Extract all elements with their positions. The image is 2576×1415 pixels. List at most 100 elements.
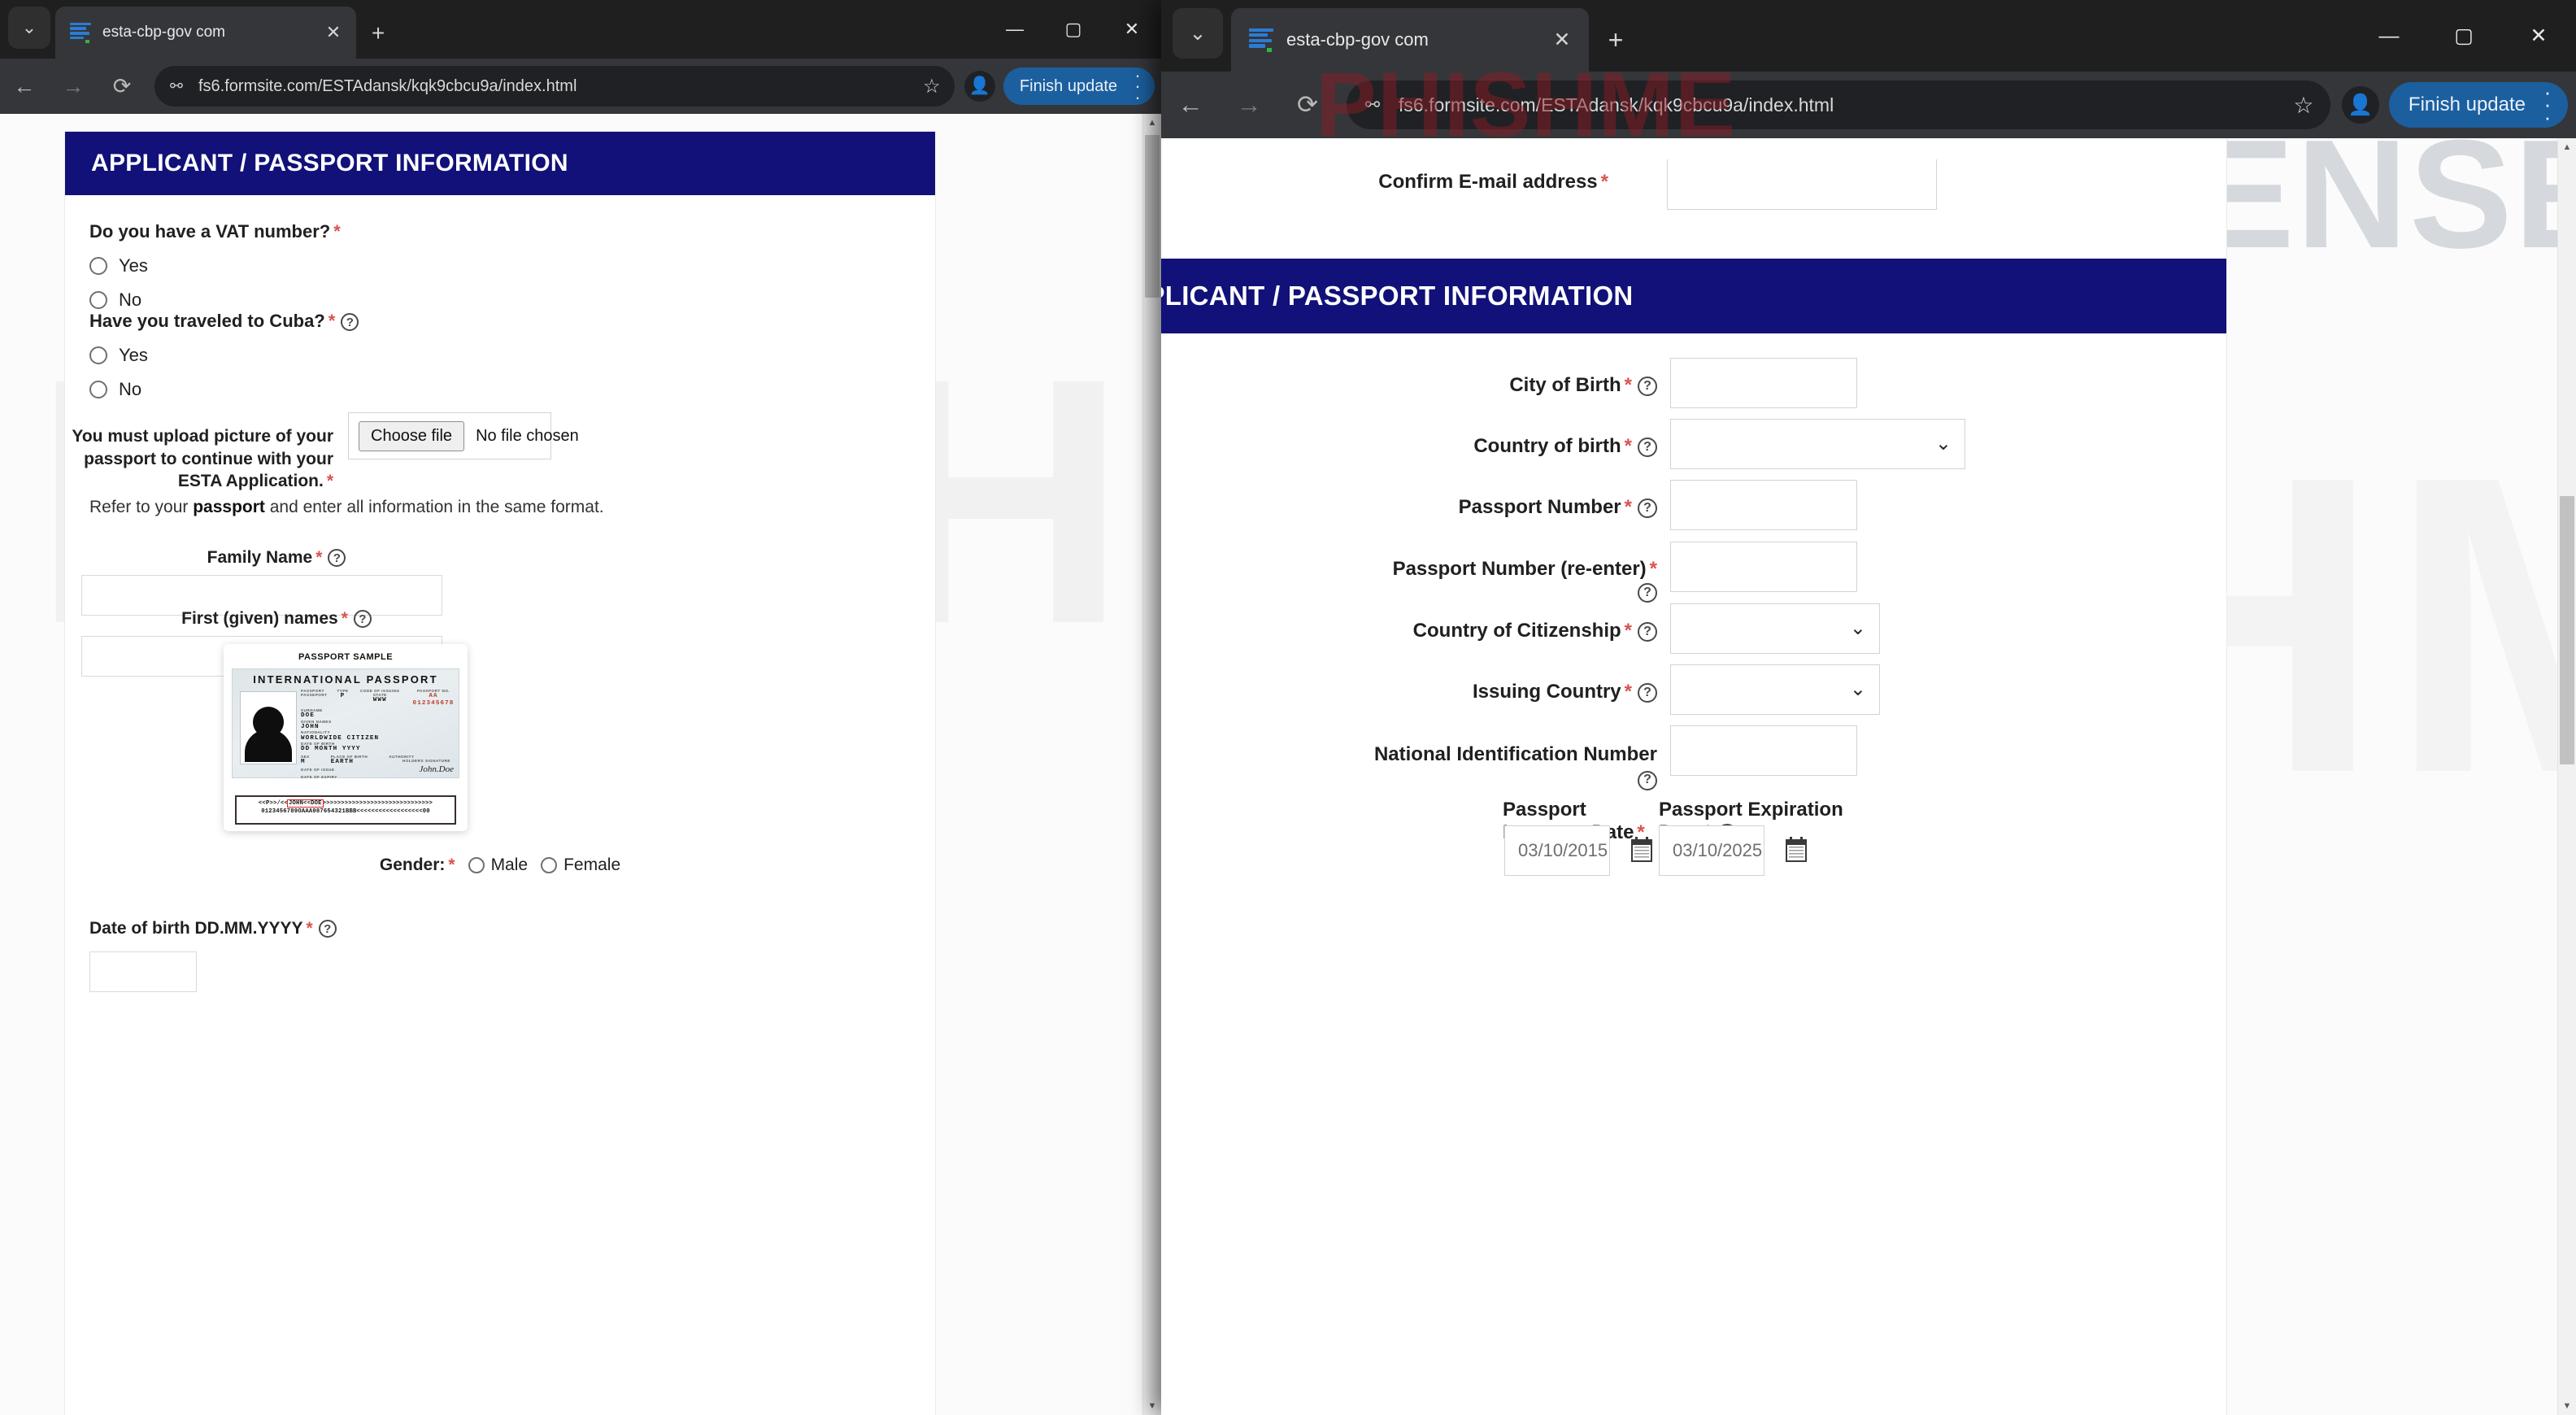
passport-heading: INTERNATIONAL PASSPORT (253, 673, 438, 686)
passport-mrz-line-1: <<P>>/<<JOHN<<DOE>>>>>>>>>>>>>>>>>>>>>>>… (258, 799, 433, 808)
calendar-icon[interactable] (1786, 837, 1807, 862)
address-bar[interactable]: ⚯ fs6.formsite.com/ESTAdansk/kqk9cbcu9a/… (1347, 81, 2330, 129)
scroll-thumb[interactable] (1145, 135, 1160, 298)
close-icon[interactable]: ✕ (317, 22, 350, 43)
required-marker: * (1600, 171, 1608, 193)
scroll-up-arrow-icon[interactable]: ▲ (2558, 138, 2576, 156)
back-arrow-icon[interactable]: ← (1161, 76, 1220, 134)
kebab-menu-icon[interactable]: · · · (2537, 81, 2558, 128)
vat-option-yes[interactable]: Yes (89, 255, 341, 276)
help-icon[interactable]: ? (1638, 376, 1657, 396)
scrollbar-right[interactable]: ▲ ▼ (2557, 138, 2576, 1415)
help-icon[interactable]: ? (341, 313, 359, 332)
tab-title: esta-cbp-gov com (102, 24, 226, 41)
passport-number-reenter-input[interactable] (1670, 542, 1857, 592)
radio-icon[interactable] (89, 381, 107, 398)
required-marker: * (328, 311, 336, 331)
vat-option-no[interactable]: No (89, 290, 341, 311)
scrollbar-left[interactable]: ▲ ▼ (1142, 114, 1161, 1415)
passport-silhouette-body (245, 729, 292, 762)
close-window-icon[interactable]: ✕ (1103, 0, 1161, 59)
choose-file-button[interactable]: Choose file (359, 420, 465, 451)
new-tab-button[interactable]: + (1595, 20, 1636, 60)
passport-expiration-date-value: 03/10/2025 (1673, 840, 1763, 860)
passport-number-input[interactable] (1670, 480, 1857, 530)
country-of-citizenship-select[interactable]: ⌄ (1670, 603, 1880, 654)
cuba-option-no[interactable]: No (89, 379, 359, 400)
forward-arrow-icon[interactable]: → (1220, 76, 1278, 134)
radio-icon[interactable] (89, 346, 107, 364)
scroll-down-arrow-icon[interactable]: ▼ (2558, 1397, 2576, 1415)
country-of-birth-select[interactable]: ⌄ (1670, 419, 1965, 469)
cuba-travel-question-label: Have you traveled to Cuba? *? (89, 311, 359, 332)
help-icon[interactable]: ? (1638, 621, 1657, 642)
passport-value-dob: DD MONTH YYYY (301, 746, 361, 753)
radio-icon[interactable] (89, 291, 107, 309)
cuba-option-yes[interactable]: Yes (89, 345, 359, 366)
new-tab-button[interactable]: + (361, 16, 395, 50)
help-icon[interactable]: ? (1638, 582, 1657, 603)
passport-signature: John.Doe (419, 764, 454, 774)
maximize-icon[interactable]: ▢ (2426, 0, 2501, 72)
browser-tab[interactable]: esta-cbp-gov com ✕ (1231, 8, 1589, 72)
help-icon[interactable]: ? (1638, 770, 1657, 790)
help-icon[interactable]: ? (318, 920, 337, 938)
minimize-icon[interactable]: — (2352, 0, 2426, 72)
city-of-birth-input[interactable] (1670, 358, 1857, 408)
reload-icon[interactable]: ⟳ (1278, 76, 1337, 134)
address-bar[interactable]: ⚯ fs6.formsite.com/ESTAdansk/kqk9cbcu9a/… (154, 66, 955, 107)
avatar-icon[interactable]: 👤 (964, 71, 995, 102)
back-arrow-icon[interactable]: ← (0, 62, 49, 111)
gender-option-male[interactable]: Male (491, 856, 529, 875)
kebab-menu-icon[interactable]: · · · (1129, 67, 1147, 107)
help-icon[interactable]: ? (353, 610, 372, 629)
gender-row: Gender: * Male Female (65, 856, 935, 875)
scroll-down-arrow-icon[interactable]: ▼ (1143, 1397, 1161, 1415)
forward-arrow-icon[interactable]: → (49, 62, 98, 111)
site-settings-icon[interactable]: ⚯ (154, 77, 198, 96)
required-marker: * (1624, 435, 1632, 457)
finish-update-button[interactable]: Finish update · · · (2388, 81, 2568, 128)
date-of-birth-input[interactable] (89, 951, 197, 992)
form-favicon-icon (1249, 28, 1273, 52)
esta-form-left: APPLICANT / PASSPORT INFORMATION Do you … (65, 132, 935, 1415)
minimize-icon[interactable]: — (986, 0, 1044, 59)
passport-issuance-date-input[interactable]: 03/10/2015 (1504, 825, 1610, 876)
chevron-down-icon: ⌄ (1934, 433, 1952, 455)
help-icon[interactable]: ? (1638, 682, 1657, 703)
city-of-birth-label: City of Birth *? (1421, 374, 1657, 397)
finish-update-button[interactable]: Finish update · · · (1003, 67, 1155, 107)
national-identification-number-input[interactable] (1670, 725, 1857, 776)
site-settings-icon[interactable]: ⚯ (1347, 94, 1399, 115)
gender-option-female[interactable]: Female (564, 856, 620, 875)
tab-search-chevron-icon[interactable]: ⌄ (1173, 8, 1223, 59)
file-upload-field[interactable]: Choose file No file chosen (348, 412, 579, 459)
radio-icon-male[interactable] (468, 857, 485, 873)
radio-icon[interactable] (89, 257, 107, 275)
scroll-up-arrow-icon[interactable]: ▲ (1143, 114, 1161, 132)
passport-expiration-date-input[interactable]: 03/10/2025 (1659, 825, 1764, 876)
tab-search-chevron-icon[interactable]: ⌄ (8, 7, 50, 49)
close-icon[interactable]: ✕ (1543, 28, 1581, 52)
confirm-email-input[interactable] (1667, 159, 1937, 210)
avatar-icon[interactable]: 👤 (2341, 86, 2379, 124)
passport-upload-label: You must upload picture of your passport… (72, 427, 333, 491)
passport-sample-image: PASSPORT SAMPLE INTERNATIONAL PASSPORT P… (224, 644, 468, 831)
chevron-down-icon: ⌄ (1849, 678, 1866, 700)
scroll-thumb[interactable] (2560, 496, 2574, 764)
close-window-icon[interactable]: ✕ (2501, 0, 2576, 72)
page-content-left: PHISHME APPLICANT / PASSPORT INFORMATION… (0, 114, 1143, 1415)
calendar-icon[interactable] (1631, 837, 1652, 862)
browser-tab[interactable]: esta-cbp-gov com ✕ (55, 7, 356, 59)
help-icon[interactable]: ? (1638, 498, 1657, 518)
star-icon[interactable]: ☆ (2277, 92, 2330, 119)
maximize-icon[interactable]: ▢ (1044, 0, 1103, 59)
radio-icon-female[interactable] (541, 857, 558, 873)
help-icon[interactable]: ? (1638, 437, 1657, 457)
reload-icon[interactable]: ⟳ (98, 62, 146, 111)
help-icon[interactable]: ? (328, 549, 346, 568)
first-names-label: First (given) names *? (89, 609, 463, 629)
gender-label: Gender: * (379, 856, 455, 874)
star-icon[interactable]: ☆ (909, 75, 955, 98)
issuing-country-select[interactable]: ⌄ (1670, 664, 1880, 715)
